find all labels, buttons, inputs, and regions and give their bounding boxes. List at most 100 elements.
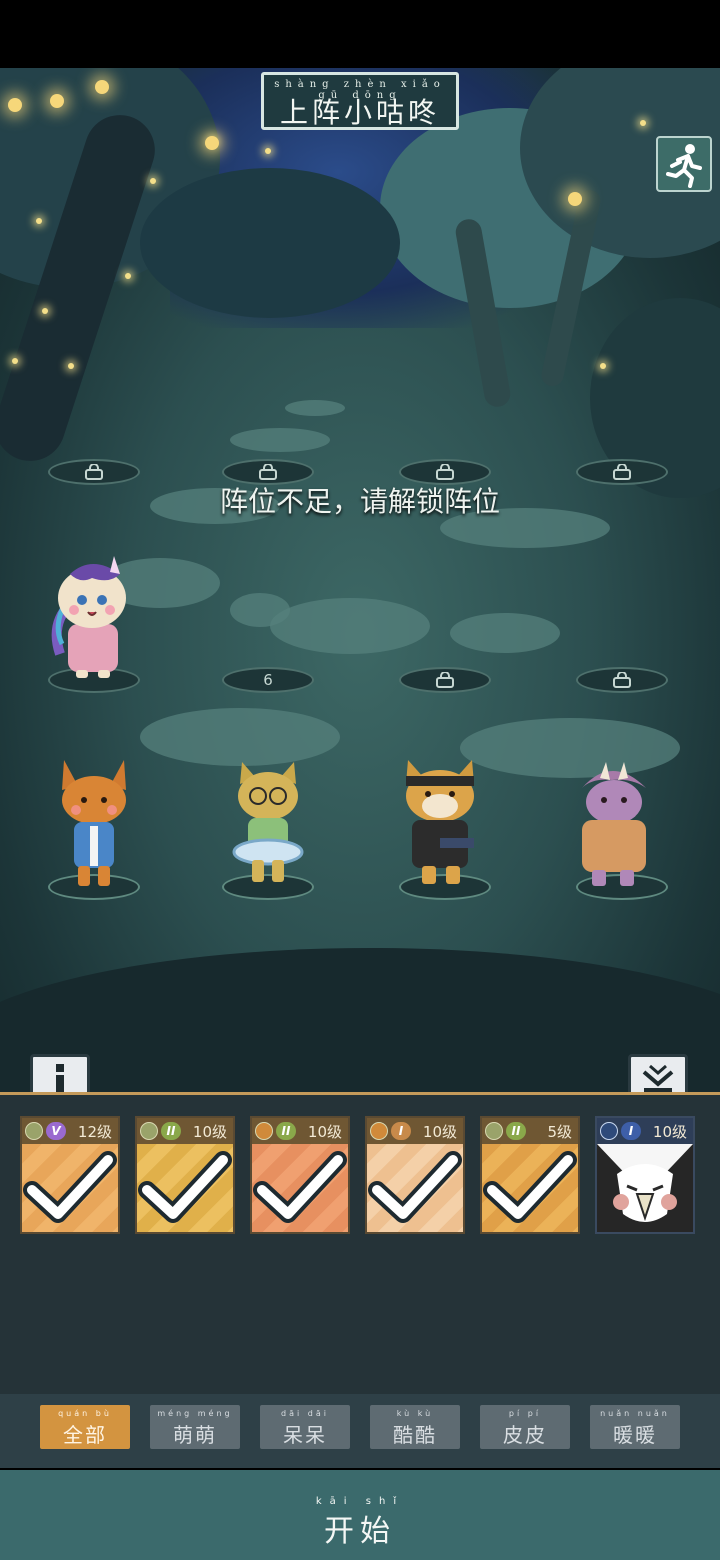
formation-slot-locked[interactable] xyxy=(576,667,668,693)
firefly xyxy=(265,148,271,154)
firefly xyxy=(600,363,606,369)
card-header: II 10级 xyxy=(252,1118,348,1144)
firefly xyxy=(12,358,18,364)
character-card[interactable]: I 10级 xyxy=(595,1116,695,1234)
tab-pinyin: dāi dāi xyxy=(281,1409,329,1418)
firefly xyxy=(125,273,131,279)
character-card[interactable]: II 10级 xyxy=(250,1116,350,1234)
cat-with-glasses-character[interactable] xyxy=(228,756,308,890)
card-level: 10级 xyxy=(192,1122,227,1141)
check-icon xyxy=(23,1151,117,1223)
firefly xyxy=(36,218,42,224)
lock-icon xyxy=(259,464,277,480)
character-card[interactable]: II 10级 xyxy=(135,1116,235,1234)
check-icon xyxy=(483,1151,577,1223)
card-level: 12级 xyxy=(77,1122,112,1141)
tab-label: 萌萌 xyxy=(173,1423,217,1447)
card-level: 5级 xyxy=(547,1122,572,1141)
stone xyxy=(450,613,560,653)
fox-character[interactable] xyxy=(54,756,134,890)
grade-badge: II xyxy=(276,1122,296,1140)
character-card[interactable]: II 5级 xyxy=(480,1116,580,1234)
tab-pinyin: méng méng xyxy=(157,1409,233,1418)
card-level: 10级 xyxy=(652,1122,687,1141)
rarity-icon xyxy=(370,1122,388,1140)
info-icon xyxy=(56,1064,64,1094)
tab-label: 暖暖 xyxy=(613,1423,657,1447)
lineup-title-board: shàng zhèn xiǎo gū dōng 上阵小咕咚 xyxy=(261,72,459,130)
tab-pinyin: kù kù xyxy=(396,1409,434,1418)
tab-pinyin: nuǎn nuǎn xyxy=(600,1409,670,1418)
hanging-lantern xyxy=(568,192,582,206)
grade-badge: V xyxy=(46,1122,66,1140)
stone xyxy=(285,400,345,416)
lock-icon xyxy=(85,464,103,480)
check-icon xyxy=(368,1151,462,1223)
tab-label: 酷酷 xyxy=(393,1423,437,1447)
status-bar xyxy=(0,0,720,68)
hanging-lantern xyxy=(8,98,22,112)
unicorn-cat-character[interactable] xyxy=(40,544,140,684)
shiba-dog-character[interactable] xyxy=(394,754,486,890)
check-icon xyxy=(138,1151,232,1223)
exit-button[interactable] xyxy=(656,136,712,192)
moon-rarity-icon xyxy=(600,1122,618,1140)
tab-label: 皮皮 xyxy=(503,1423,547,1447)
card-header: I 10级 xyxy=(597,1118,693,1144)
grade-badge: II xyxy=(506,1122,526,1140)
card-header: I 10级 xyxy=(367,1118,463,1144)
tab-pinyin: quán bù xyxy=(58,1409,112,1418)
stone xyxy=(230,428,330,452)
firefly xyxy=(150,178,156,184)
tab-dull[interactable]: dāi dāi 呆呆 xyxy=(260,1405,350,1449)
tab-label: 全部 xyxy=(63,1423,107,1447)
running-man-icon xyxy=(666,144,702,188)
tab-warm[interactable]: nuǎn nuǎn 暖暖 xyxy=(590,1405,680,1449)
hanging-lantern xyxy=(95,80,109,94)
formation-slot-unlock-level[interactable]: 6 xyxy=(222,667,314,693)
grade-badge: I xyxy=(621,1122,641,1140)
lock-icon xyxy=(436,672,454,688)
tab-cute[interactable]: méng méng 萌萌 xyxy=(150,1405,240,1449)
card-level: 10级 xyxy=(422,1122,457,1141)
card-header: II 10级 xyxy=(137,1118,233,1144)
card-level: 10级 xyxy=(307,1122,342,1141)
start-label: 开始 xyxy=(324,1514,396,1549)
stone xyxy=(270,598,430,654)
character-card[interactable]: V 12级 xyxy=(20,1116,120,1234)
tab-label: 呆呆 xyxy=(283,1423,327,1447)
firefly xyxy=(68,363,74,369)
check-icon xyxy=(253,1151,347,1223)
grade-badge: II xyxy=(161,1122,181,1140)
hanging-lantern xyxy=(50,94,64,108)
tab-cool[interactable]: kù kù 酷酷 xyxy=(370,1405,460,1449)
formation-warning: 阵位不足，请解锁阵位 xyxy=(219,485,500,518)
formation-slot-locked[interactable] xyxy=(399,667,491,693)
chevron-down-icon xyxy=(642,1064,674,1092)
rarity-icon xyxy=(255,1122,273,1140)
tab-naughty[interactable]: pí pí 皮皮 xyxy=(480,1405,570,1449)
firefly xyxy=(640,120,646,126)
card-header: V 12级 xyxy=(22,1118,118,1144)
tab-all[interactable]: quán bù 全部 xyxy=(40,1405,130,1449)
penguin-portrait xyxy=(597,1144,693,1232)
foreground-shrubs xyxy=(0,948,720,1098)
lock-icon xyxy=(436,464,454,480)
grade-badge: I xyxy=(391,1122,411,1140)
tab-pinyin: pí pí xyxy=(508,1409,542,1418)
bush-dark xyxy=(140,168,400,318)
triceratops-character[interactable] xyxy=(562,758,662,890)
card-header: II 5级 xyxy=(482,1118,578,1144)
rarity-icon xyxy=(140,1122,158,1140)
firefly xyxy=(42,308,48,314)
lock-icon xyxy=(613,464,631,480)
start-button[interactable]: kāi shǐ 开始 xyxy=(0,1470,720,1560)
page-title: 上阵小咕咚 xyxy=(279,96,440,129)
rarity-icon xyxy=(485,1122,503,1140)
card-portrait xyxy=(597,1144,693,1232)
lock-icon xyxy=(613,672,631,688)
hanging-lantern xyxy=(205,136,219,150)
slot-unlock-level: 6 xyxy=(263,671,273,689)
rarity-icon xyxy=(25,1122,43,1140)
character-card[interactable]: I 10级 xyxy=(365,1116,465,1234)
